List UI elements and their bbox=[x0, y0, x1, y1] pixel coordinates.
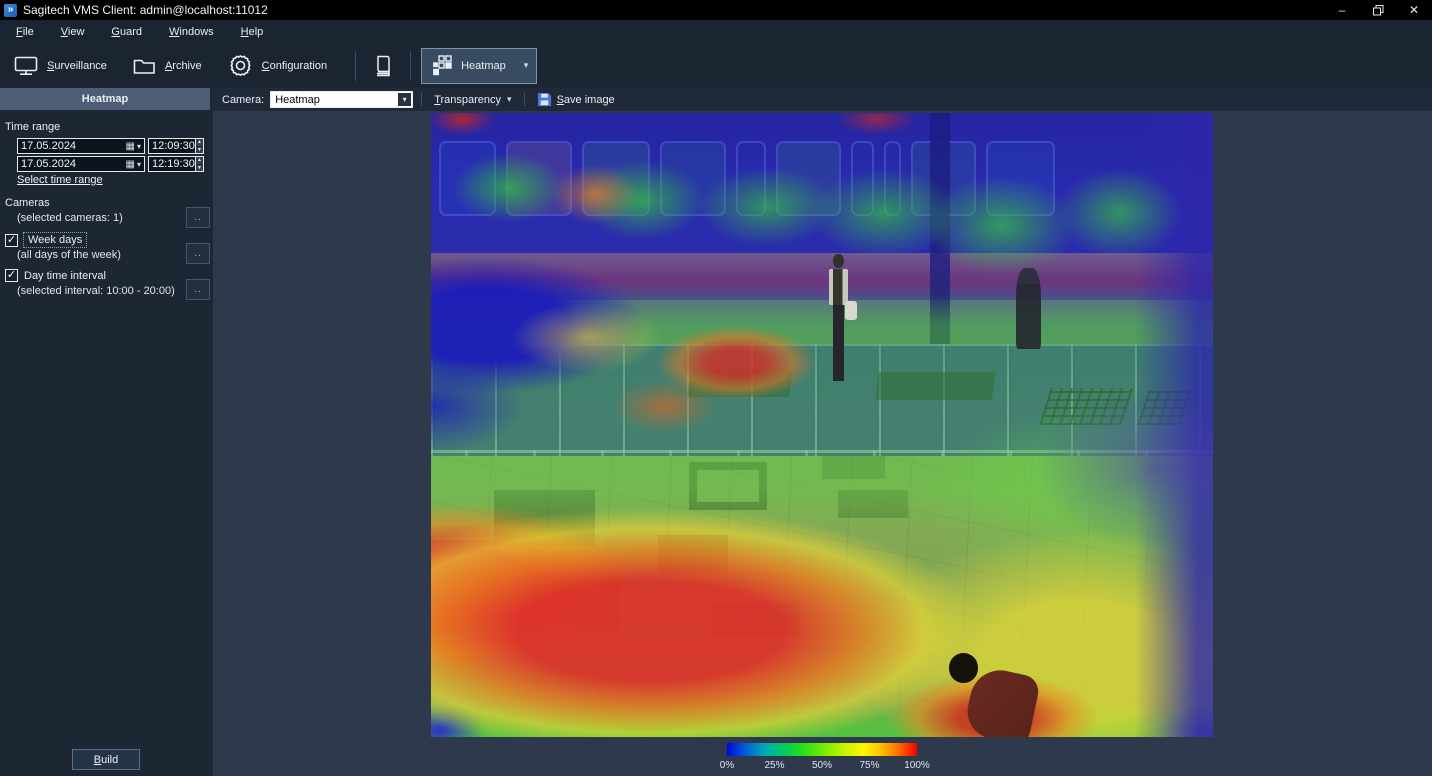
person-silhouette bbox=[949, 653, 979, 683]
person-silhouette bbox=[1016, 268, 1041, 349]
camera-select-value: Heatmap bbox=[271, 94, 398, 106]
build-button[interactable]: Build bbox=[72, 749, 140, 770]
person-silhouette bbox=[823, 254, 854, 385]
save-image-button[interactable]: Save image bbox=[533, 90, 619, 109]
end-time-field[interactable]: 12:19:30 ▲▼ bbox=[148, 156, 204, 172]
start-date-field[interactable]: 17.05.2024 ▦▾ bbox=[17, 138, 145, 154]
save-floppy-icon bbox=[537, 92, 552, 107]
day-interval-more-button[interactable]: .. bbox=[186, 279, 210, 300]
archive-label: Archive bbox=[165, 60, 202, 72]
configuration-button[interactable]: Configuration bbox=[222, 47, 333, 84]
time-spinner[interactable]: ▲▼ bbox=[195, 157, 203, 171]
toolbar-separator bbox=[410, 51, 411, 81]
title-bar: » Sagitech VMS Client: admin@localhost:1… bbox=[0, 0, 1432, 20]
time-spinner[interactable]: ▲▼ bbox=[195, 139, 203, 153]
spin-down-icon[interactable]: ▼ bbox=[196, 147, 203, 154]
toolbar-separator bbox=[421, 92, 422, 107]
configuration-label: Configuration bbox=[262, 60, 327, 72]
day-interval-checkbox[interactable]: ✓ bbox=[5, 269, 18, 282]
start-date-value: 17.05.2024 bbox=[18, 140, 126, 152]
cameras-detail: (selected cameras: 1) bbox=[17, 212, 123, 224]
legend-tick: 100% bbox=[904, 760, 930, 771]
start-time-field[interactable]: 12:09:30 ▲▼ bbox=[148, 138, 204, 154]
heatmap-grid-icon bbox=[432, 55, 453, 76]
folder-icon bbox=[133, 56, 156, 76]
chevron-down-icon[interactable]: ▾ bbox=[398, 93, 411, 106]
start-time-value: 12:09:30 bbox=[149, 140, 195, 152]
week-days-more-button[interactable]: .. bbox=[186, 243, 210, 264]
legend-tick: 75% bbox=[859, 760, 879, 771]
menu-bar: File View Guard Windows Help bbox=[0, 20, 1432, 43]
cameras-more-button[interactable]: .. bbox=[186, 207, 210, 228]
restore-icon bbox=[1373, 5, 1384, 16]
menu-guard[interactable]: Guard bbox=[105, 23, 148, 41]
toolbar-separator bbox=[355, 51, 356, 81]
heatmap-legend: 0% 25% 50% 75% 100% bbox=[727, 743, 917, 775]
toolbar: Surveillance Archive Configuration bbox=[0, 43, 1432, 88]
journal-button[interactable] bbox=[366, 48, 400, 84]
legend-tick: 50% bbox=[812, 760, 832, 771]
heat-overlay bbox=[431, 113, 1213, 737]
menu-help[interactable]: Help bbox=[235, 23, 270, 41]
day-interval-label[interactable]: Day time interval bbox=[24, 270, 106, 282]
spin-up-icon[interactable]: ▲ bbox=[196, 139, 203, 147]
menu-windows[interactable]: Windows bbox=[163, 23, 220, 41]
select-time-range-link[interactable]: Select time range bbox=[17, 174, 103, 186]
week-days-checkbox[interactable]: ✓ bbox=[5, 234, 18, 247]
menu-file[interactable]: File bbox=[10, 23, 40, 41]
chevron-down-icon: ▾ bbox=[524, 60, 529, 71]
calendar-dropdown-icon[interactable]: ▦▾ bbox=[126, 141, 144, 152]
close-button[interactable]: ✕ bbox=[1396, 0, 1432, 20]
legend-tick: 0% bbox=[720, 760, 734, 771]
gear-icon bbox=[228, 53, 253, 78]
menu-view[interactable]: View bbox=[55, 23, 91, 41]
restore-button[interactable] bbox=[1360, 0, 1396, 20]
day-interval-detail: (selected interval: 10:00 - 20:00) bbox=[17, 285, 175, 297]
spin-down-icon[interactable]: ▼ bbox=[196, 165, 203, 172]
window-title: Sagitech VMS Client: admin@localhost:110… bbox=[23, 3, 268, 17]
heatmap-panel: Heatmap Time range 17.05.2024 ▦▾ 12:09:3… bbox=[0, 88, 213, 776]
archive-button[interactable]: Archive bbox=[127, 50, 208, 82]
end-date-value: 17.05.2024 bbox=[18, 158, 126, 170]
toolbar-separator bbox=[524, 92, 525, 107]
app-logo-icon: » bbox=[4, 4, 17, 17]
save-image-label: Save image bbox=[557, 94, 615, 106]
transparency-button[interactable]: Transparency ▾ bbox=[430, 92, 515, 108]
minimize-button[interactable]: – bbox=[1324, 0, 1360, 20]
camera-label: Camera: bbox=[222, 94, 264, 106]
week-days-row: ✓ Week days bbox=[5, 233, 86, 247]
spin-up-icon[interactable]: ▲ bbox=[196, 157, 203, 165]
window-controls: – ✕ bbox=[1324, 0, 1432, 20]
week-days-label[interactable]: Week days bbox=[24, 233, 86, 247]
end-date-field[interactable]: 17.05.2024 ▦▾ bbox=[17, 156, 145, 172]
transparency-label: Transparency bbox=[434, 94, 501, 106]
legend-tick: 25% bbox=[764, 760, 784, 771]
end-time-value: 12:19:30 bbox=[149, 158, 195, 170]
surveillance-label: Surveillance bbox=[47, 60, 107, 72]
person-torso bbox=[829, 269, 848, 306]
monitor-icon bbox=[14, 55, 38, 77]
legend-gradient-bar bbox=[727, 743, 917, 756]
person-head bbox=[833, 254, 844, 268]
book-icon bbox=[372, 54, 394, 78]
heatmap-view: 0% 25% 50% 75% 100% bbox=[213, 111, 1432, 776]
heatmap-image bbox=[431, 113, 1213, 737]
person-legs bbox=[833, 305, 844, 381]
panel-header: Heatmap bbox=[0, 88, 210, 110]
camera-toolbar: Camera: Heatmap ▾ Transparency ▾ Save im… bbox=[213, 88, 1432, 111]
surveillance-button[interactable]: Surveillance bbox=[8, 49, 113, 83]
time-range-label: Time range bbox=[5, 121, 60, 133]
chevron-down-icon: ▾ bbox=[507, 94, 512, 105]
week-days-detail: (all days of the week) bbox=[17, 249, 121, 261]
person-bag bbox=[845, 301, 857, 319]
calendar-dropdown-icon[interactable]: ▦▾ bbox=[126, 159, 144, 170]
heatmap-button[interactable]: Heatmap ▾ bbox=[421, 48, 537, 84]
cameras-label: Cameras bbox=[5, 197, 50, 209]
heatmap-button-label: Heatmap bbox=[461, 60, 506, 72]
camera-select[interactable]: Heatmap ▾ bbox=[270, 91, 413, 108]
day-interval-row: ✓ Day time interval bbox=[5, 269, 106, 282]
